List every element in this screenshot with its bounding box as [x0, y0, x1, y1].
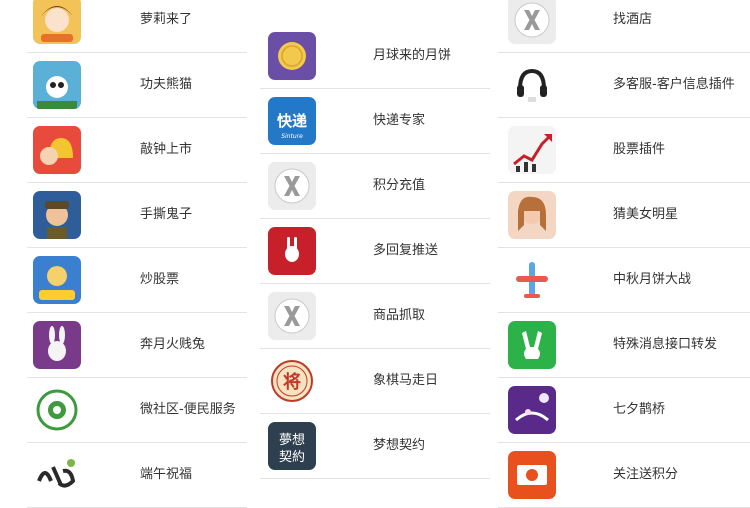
- community-logo-icon[interactable]: [33, 386, 81, 434]
- app-list-item[interactable]: 手撕鬼子: [27, 183, 247, 248]
- app-label[interactable]: 七夕鹊桥: [613, 378, 665, 442]
- app-label[interactable]: 商品抓取: [373, 284, 425, 348]
- app-list-item[interactable]: 股票插件: [498, 118, 750, 183]
- app-label[interactable]: 关注送积分: [613, 443, 678, 507]
- app-label[interactable]: 猜美女明星: [613, 183, 678, 247]
- app-list-item[interactable]: 多回复推送: [260, 219, 490, 284]
- app-list-item[interactable]: 敲钟上市: [27, 118, 247, 183]
- calligraphy-icon[interactable]: [33, 451, 81, 499]
- app-list-item[interactable]: 商品抓取: [260, 284, 490, 349]
- app-label[interactable]: 梦想契约: [373, 414, 425, 478]
- app-column-2: 月球来的月饼 快递 Sinture 快递专家 积分充值 多回复推送 商品抓取 将 象…: [260, 24, 490, 479]
- mooncake-icon[interactable]: [268, 32, 316, 80]
- app-label[interactable]: 敲钟上市: [140, 118, 192, 182]
- app-label[interactable]: 端午祝福: [140, 443, 192, 507]
- app-column-3: 找酒店 多客服-客户信息插件 股票插件 猜美女明星 中秋月饼大战 特殊消息接口转…: [498, 0, 750, 508]
- app-label[interactable]: 奔月火贱兔: [140, 313, 205, 377]
- app-list-item[interactable]: 积分充值: [260, 154, 490, 219]
- app-list-item[interactable]: 微社区-便民服务: [27, 378, 247, 443]
- dream-contract-icon[interactable]: 夢想 契約: [268, 422, 316, 470]
- stock-chart-icon[interactable]: [508, 126, 556, 174]
- app-list-item[interactable]: 月球来的月饼: [260, 24, 490, 89]
- chess-piece-icon[interactable]: 将: [268, 357, 316, 405]
- app-list-item[interactable]: 特殊消息接口转发: [498, 313, 750, 378]
- placeholder-x-icon[interactable]: [268, 162, 316, 210]
- headset-icon[interactable]: [508, 61, 556, 109]
- app-list-item[interactable]: 找酒店: [498, 0, 750, 53]
- portrait-icon[interactable]: [508, 191, 556, 239]
- kungfu-panda-icon[interactable]: [33, 61, 81, 109]
- stock-game-icon[interactable]: [33, 256, 81, 304]
- app-label[interactable]: 月球来的月饼: [373, 24, 451, 88]
- bunny-logo-icon[interactable]: [268, 227, 316, 275]
- app-column-1: 萝莉来了 功夫熊猫 敲钟上市 手撕鬼子 炒股票 奔月火贱兔 微社区-便民服务 端…: [27, 0, 247, 508]
- app-list-item[interactable]: 猜美女明星: [498, 183, 750, 248]
- app-label[interactable]: 炒股票: [140, 248, 179, 312]
- app-list-item[interactable]: 中秋月饼大战: [498, 248, 750, 313]
- app-list-item[interactable]: 萝莉来了: [27, 0, 247, 53]
- svg-text:契約: 契約: [279, 450, 305, 465]
- app-label[interactable]: 中秋月饼大战: [613, 248, 691, 312]
- app-list-item[interactable]: 多客服-客户信息插件: [498, 53, 750, 118]
- svg-text:Sinture: Sinture: [281, 133, 303, 140]
- placeholder-x-icon[interactable]: [268, 292, 316, 340]
- app-list-item[interactable]: 夢想 契約 梦想契约: [260, 414, 490, 479]
- app-label[interactable]: 象棋马走日: [373, 349, 438, 413]
- magpie-bridge-icon[interactable]: [508, 386, 556, 434]
- app-list-item[interactable]: 快递 Sinture 快递专家: [260, 89, 490, 154]
- bell-ringer-icon[interactable]: [33, 126, 81, 174]
- svg-text:将: 将: [283, 371, 301, 393]
- airplane-icon[interactable]: [508, 256, 556, 304]
- express-icon[interactable]: 快递 Sinture: [268, 97, 316, 145]
- app-label[interactable]: 找酒店: [613, 0, 652, 52]
- app-list-item[interactable]: 奔月火贱兔: [27, 313, 247, 378]
- svg-text:快递: 快递: [277, 112, 307, 130]
- cash-icon[interactable]: [508, 451, 556, 499]
- app-list-item[interactable]: 炒股票: [27, 248, 247, 313]
- app-label[interactable]: 积分充值: [373, 154, 425, 218]
- app-label[interactable]: 萝莉来了: [140, 0, 192, 52]
- app-list-item[interactable]: 端午祝福: [27, 443, 247, 508]
- app-label[interactable]: 特殊消息接口转发: [613, 313, 717, 377]
- placeholder-x-icon[interactable]: [508, 0, 556, 44]
- cartoon-girl-icon[interactable]: [33, 0, 81, 44]
- app-list-item[interactable]: 功夫熊猫: [27, 53, 247, 118]
- app-list-item[interactable]: 将 象棋马走日: [260, 349, 490, 414]
- app-label[interactable]: 手撕鬼子: [140, 183, 192, 247]
- app-label[interactable]: 功夫熊猫: [140, 53, 192, 117]
- app-list-item[interactable]: 关注送积分: [498, 443, 750, 508]
- app-label[interactable]: 多客服-客户信息插件: [613, 53, 735, 117]
- svg-text:夢想: 夢想: [279, 432, 305, 448]
- soldier-icon[interactable]: [33, 191, 81, 239]
- app-list-item[interactable]: 七夕鹊桥: [498, 378, 750, 443]
- app-label[interactable]: 股票插件: [613, 118, 665, 182]
- victory-hand-icon[interactable]: [508, 321, 556, 369]
- app-label[interactable]: 多回复推送: [373, 219, 438, 283]
- app-label[interactable]: 快递专家: [373, 89, 425, 153]
- app-label[interactable]: 微社区-便民服务: [140, 378, 236, 442]
- rabbit-icon[interactable]: [33, 321, 81, 369]
